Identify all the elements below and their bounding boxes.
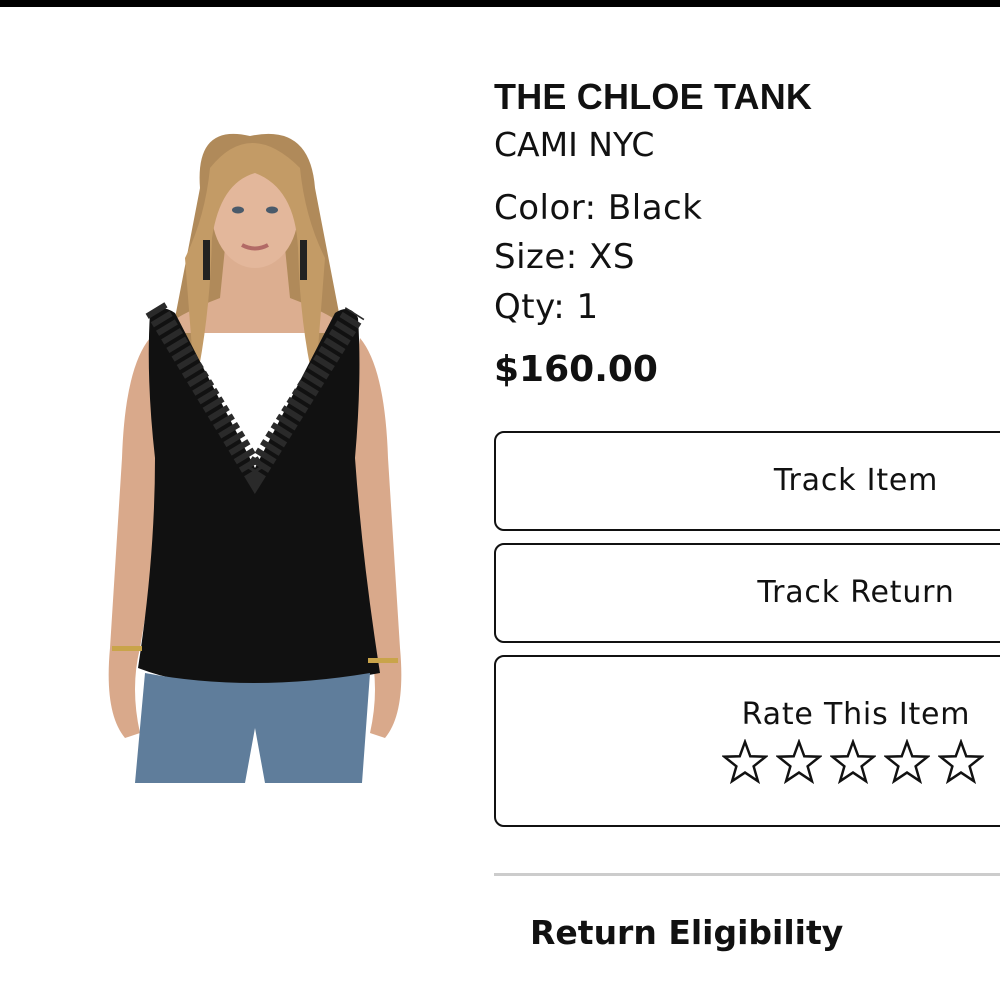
star-3-icon[interactable] bbox=[830, 739, 876, 785]
top-bar bbox=[0, 0, 1000, 7]
star-1-icon[interactable] bbox=[722, 739, 768, 785]
star-2-icon[interactable] bbox=[776, 739, 822, 785]
product-title: THE CHLOE TANK bbox=[494, 76, 813, 117]
return-eligibility-heading: Return Eligibility bbox=[530, 913, 844, 952]
track-item-label: Track Item bbox=[773, 463, 939, 498]
product-brand[interactable]: CAMI NYC bbox=[494, 125, 654, 164]
product-quantity: Qty: 1 bbox=[494, 287, 599, 327]
star-5-icon[interactable] bbox=[938, 739, 984, 785]
track-return-button[interactable]: Track Return bbox=[494, 543, 1000, 643]
track-item-button[interactable]: Track Item bbox=[494, 431, 1000, 531]
rate-item-panel: Rate This Item bbox=[494, 655, 1000, 827]
star-4-icon[interactable] bbox=[884, 739, 930, 785]
star-rating[interactable] bbox=[722, 739, 984, 785]
rate-item-label: Rate This Item bbox=[741, 697, 971, 732]
track-return-label: Track Return bbox=[757, 575, 955, 610]
section-divider bbox=[494, 873, 1000, 876]
product-size: Size: XS bbox=[494, 237, 635, 277]
product-image bbox=[100, 128, 410, 788]
product-color: Color: Black bbox=[494, 188, 703, 228]
product-price: $160.00 bbox=[494, 349, 658, 390]
